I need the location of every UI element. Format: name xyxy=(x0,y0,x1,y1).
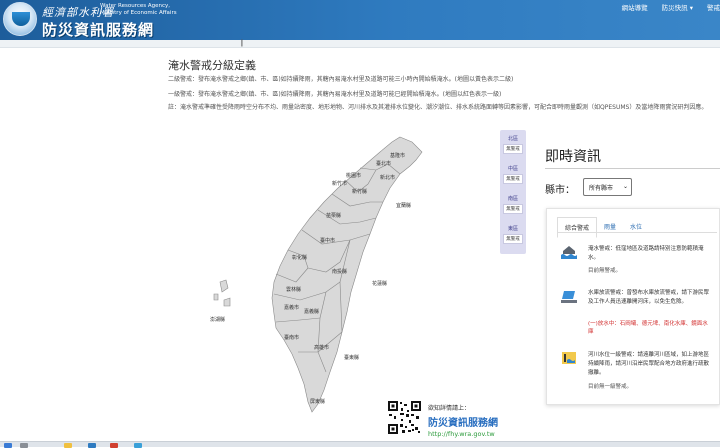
region-warning-panel: 北區 無警戒 中區 無警戒 南區 無警戒 東區 無警戒 xyxy=(500,130,526,254)
definition-level2: 二級警戒：發布淹水警戒之鄉(鎮、市、區)如持續降雨，其轄內易淹水村里及道路可能三… xyxy=(168,76,514,83)
sub-bar-glyph: ┃ xyxy=(240,40,244,47)
map-label-newtaipei: 新北市 xyxy=(380,175,396,181)
realtime-divider xyxy=(545,168,720,169)
map-label-changhua: 彰化縣 xyxy=(292,255,308,261)
qr-url-link[interactable]: http://fhy.wra.gov.tw xyxy=(428,430,495,438)
map-label-penghu: 澎湖縣 xyxy=(210,317,226,323)
realtime-title: 即時資訊 xyxy=(545,149,601,165)
map-label-keelung: 基隆市 xyxy=(390,153,406,159)
realtime-card: 綜合警戒 雨量 水位 淹水警戒：低窪地區及道路請特別注意防範積淹水。 目前無警戒… xyxy=(546,208,720,405)
map-label-taichung: 臺中市 xyxy=(320,238,336,244)
realtime-tabs: 綜合警戒 雨量 水位 xyxy=(557,217,649,238)
map-label-taitung: 臺東縣 xyxy=(344,355,360,361)
search-icon[interactable] xyxy=(20,443,28,448)
alert-reservoir[interactable]: 水庫放流警戒：曾發布水庫放流警戒，請下游民眾及工作人員迅速離開河床，以免生危險。… xyxy=(561,289,711,345)
tab-water-level[interactable]: 水位 xyxy=(623,217,649,238)
top-nav: 網站導覽 防災快訊 ▾ 警戒 xyxy=(622,2,720,12)
map-label-hsinchu-city: 新竹市 xyxy=(332,181,348,187)
taiwan-map[interactable]: 基隆市 臺北市 新北市 桃園市 新竹市 新竹縣 宜蘭縣 苗栗縣 臺中市 彰化縣 … xyxy=(200,122,500,422)
map-label-kaohsiung: 高雄市 xyxy=(314,345,330,351)
map-label-nantou: 南投縣 xyxy=(332,269,348,275)
agency-logo[interactable] xyxy=(3,2,37,36)
nav-sitemap[interactable]: 網站導覽 xyxy=(622,2,648,12)
map-label-chiayi-city: 嘉義市 xyxy=(284,305,300,311)
region-east[interactable]: 東區 無警戒 xyxy=(503,225,523,244)
map-label-chiayi: 嘉義縣 xyxy=(304,309,320,315)
map-label-yilan: 宜蘭縣 xyxy=(396,203,412,209)
region-north[interactable]: 北區 無警戒 xyxy=(503,135,523,154)
app2-icon[interactable] xyxy=(134,443,142,448)
tab-underline xyxy=(557,232,717,233)
map-label-tainan: 臺南市 xyxy=(284,335,300,341)
map-label-miaoli: 苗栗縣 xyxy=(326,213,342,219)
tab-combined-warning[interactable]: 綜合警戒 xyxy=(557,217,598,238)
taiwan-map-svg[interactable] xyxy=(200,122,500,422)
map-label-taipei: 臺北市 xyxy=(376,161,392,167)
qr-code[interactable] xyxy=(387,400,422,435)
definition-title: 淹水警戒分級定義 xyxy=(168,59,256,72)
county-label: 縣市： xyxy=(545,185,575,196)
folder-icon[interactable] xyxy=(64,443,72,448)
qr-site-name[interactable]: 防災資訊服務網 xyxy=(428,414,498,429)
tab-rainfall[interactable]: 雨量 xyxy=(597,217,623,238)
sub-bar: ┃ xyxy=(0,40,720,48)
reservoir-icon xyxy=(561,291,577,303)
map-label-taoyuan: 桃園市 xyxy=(346,173,362,179)
map-label-hualien: 花蓮縣 xyxy=(372,281,388,287)
chevron-down-icon: ⌄ xyxy=(622,183,628,190)
app-icon[interactable] xyxy=(110,443,118,448)
region-central[interactable]: 中區 無警戒 xyxy=(503,165,523,184)
flood-house-icon xyxy=(561,246,577,259)
river-gauge-icon xyxy=(562,352,576,364)
nav-disaster-news[interactable]: 防災快訊 ▾ xyxy=(662,2,693,12)
qr-caption: 欲知詳情請上： xyxy=(428,405,471,412)
alert-flood[interactable]: 淹水警戒：低窪地區及道路請特別注意防範積淹水。 目前無警戒。 xyxy=(561,245,711,279)
map-label-pingtung: 屏東縣 xyxy=(310,399,326,405)
site-title[interactable]: 防災資訊服務網 xyxy=(42,19,154,40)
map-label-hsinchu: 新竹縣 xyxy=(352,189,368,195)
definition-level1: 一級警戒：發布淹水警戒之鄉(鎮、市、區)如持續降雨，其轄內易淹水村里及道路可能已… xyxy=(168,91,502,98)
definition-note: 註：淹水警戒準確性受降雨時空分布不均、雨量站密度、地形地物、河川排水及其灌排水位… xyxy=(168,104,708,111)
county-select[interactable]: 所有縣市 ⌄ xyxy=(583,178,632,196)
alert-river[interactable]: 河川水位一級警戒：請遠離河川區域，如上游地區持續降雨，請河川沿岸民眾配合地方政府… xyxy=(561,351,711,401)
penghu-islands xyxy=(213,279,231,307)
region-south[interactable]: 南區 無警戒 xyxy=(503,195,523,214)
nav-warning[interactable]: 警戒 xyxy=(707,2,720,12)
site-header: 經濟部水利署 Water Resources Agency, Ministry … xyxy=(0,0,720,40)
agency-name-en: Water Resources Agency, Ministry of Econ… xyxy=(100,3,177,16)
os-taskbar xyxy=(0,441,720,448)
browser-icon[interactable] xyxy=(88,443,96,448)
start-icon[interactable] xyxy=(4,443,12,448)
map-label-yunlin: 雲林縣 xyxy=(286,287,302,293)
